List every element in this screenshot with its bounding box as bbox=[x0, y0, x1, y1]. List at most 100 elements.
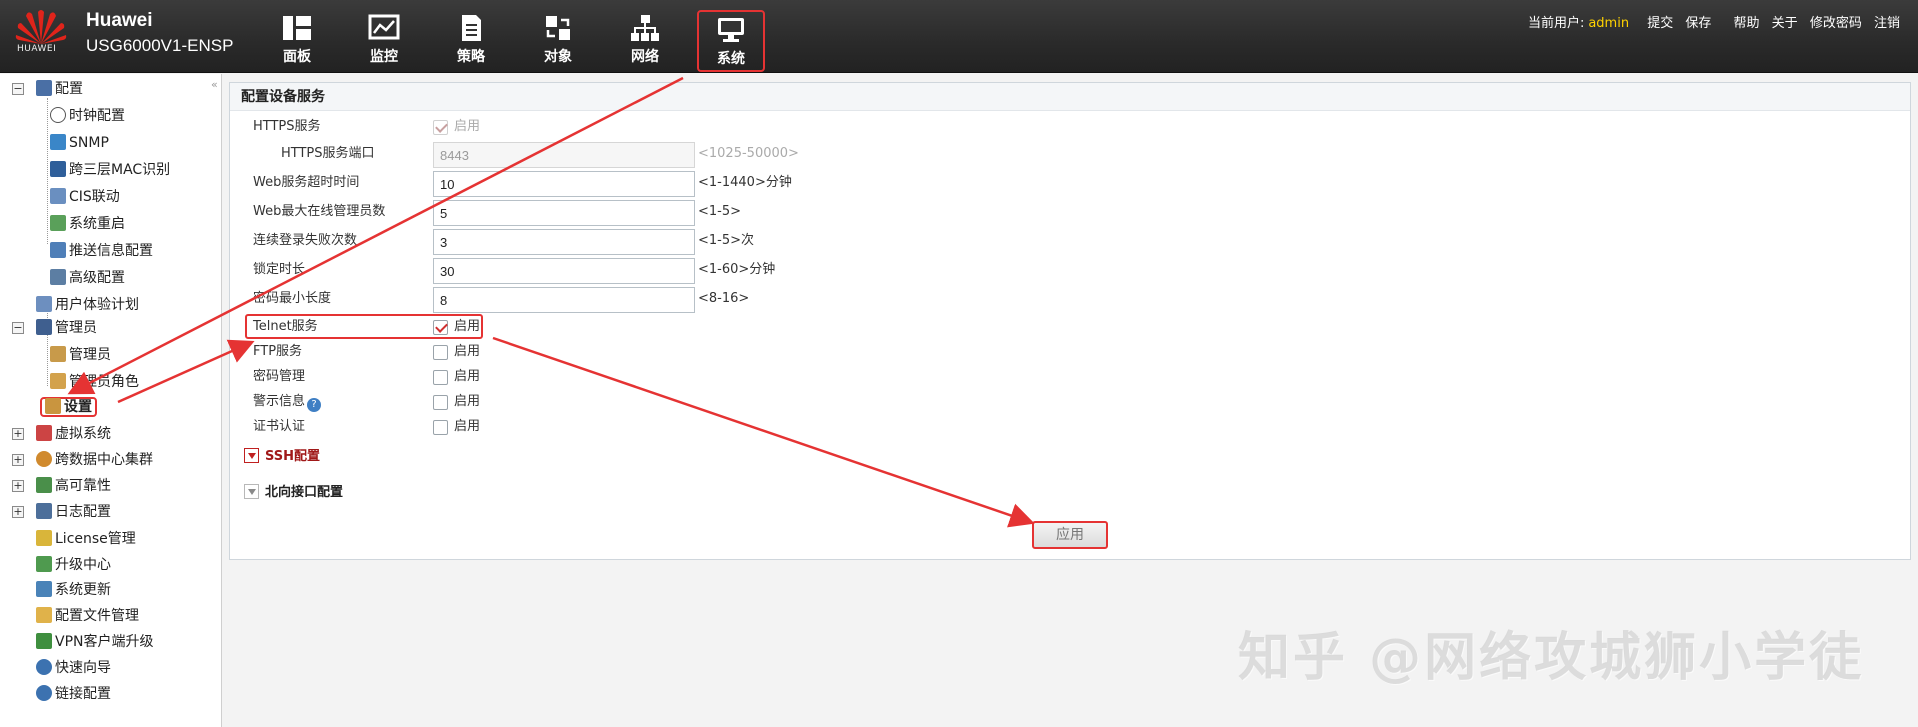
push-icon bbox=[50, 242, 66, 258]
nav-object[interactable]: 对象 bbox=[523, 10, 593, 70]
tree-vpn[interactable]: VPN客户端升级 bbox=[36, 631, 154, 653]
monitor-icon bbox=[368, 14, 400, 40]
tree-upgrade[interactable]: 升级中心 bbox=[36, 554, 111, 576]
dashboard-icon bbox=[283, 16, 311, 40]
license-icon bbox=[36, 530, 52, 546]
north-interface-section-toggle[interactable]: 北向接口配置 bbox=[244, 483, 343, 503]
tree-config-file[interactable]: 配置文件管理 bbox=[36, 605, 139, 627]
tree-wizard[interactable]: 快速向导 bbox=[36, 657, 111, 679]
field-label: Web最大在线管理员数 bbox=[253, 204, 386, 219]
login-fail-input[interactable] bbox=[433, 229, 695, 255]
warning-checkbox[interactable] bbox=[433, 395, 448, 410]
tree-snmp[interactable]: SNMP bbox=[50, 132, 109, 154]
telnet-enable-checkbox[interactable] bbox=[433, 320, 448, 335]
password-mgmt-checkbox[interactable] bbox=[433, 370, 448, 385]
nav-label: 系统 bbox=[717, 51, 745, 67]
settings-icon bbox=[45, 398, 61, 414]
https-port-input[interactable] bbox=[433, 142, 695, 168]
nav-monitor[interactable]: 监控 bbox=[349, 10, 419, 70]
tree-experience[interactable]: 用户体验计划 bbox=[36, 294, 139, 316]
tree-label: 时钟配置 bbox=[69, 108, 125, 124]
web-timeout-input[interactable] bbox=[433, 171, 695, 197]
tree-guide-line bbox=[47, 98, 48, 244]
field-label: HTTPS服务 bbox=[253, 119, 321, 134]
tree-label: 高级配置 bbox=[69, 270, 125, 286]
ftp-enable-checkbox[interactable] bbox=[433, 345, 448, 360]
field-label: 连续登录失败次数 bbox=[253, 233, 358, 248]
save-link[interactable]: 保存 bbox=[1685, 16, 1711, 31]
tree-cis[interactable]: CIS联动 bbox=[50, 186, 120, 208]
tree-label: 跨数据中心集群 bbox=[55, 452, 153, 468]
nav-network[interactable]: 网络 bbox=[610, 10, 680, 70]
tree-mac[interactable]: 跨三层MAC识别 bbox=[50, 159, 170, 181]
expand-icon[interactable]: + bbox=[12, 480, 24, 492]
tree-advanced[interactable]: 高级配置 bbox=[50, 267, 125, 289]
checkbox-label: 启用 bbox=[454, 369, 481, 384]
tree-label: 推送信息配置 bbox=[69, 243, 153, 259]
nav-label: 监控 bbox=[370, 49, 398, 65]
expand-icon[interactable]: + bbox=[12, 428, 24, 440]
collapse-icon[interactable]: − bbox=[12, 83, 24, 95]
apply-button[interactable]: 应用 bbox=[1032, 521, 1108, 549]
collapse-sidebar-icon[interactable]: « bbox=[211, 78, 218, 91]
password-mgmt-row: 密码管理 启用 bbox=[230, 364, 1130, 390]
warning-label: 警示信息 bbox=[253, 394, 306, 409]
collapse-icon[interactable]: − bbox=[12, 322, 24, 334]
change-password-link[interactable]: 修改密码 bbox=[1810, 16, 1862, 31]
tree-label: 配置 bbox=[55, 81, 83, 97]
password-min-input[interactable] bbox=[433, 287, 695, 313]
tree-settings[interactable]: 设置 bbox=[40, 396, 97, 418]
tree-admin-user[interactable]: 管理员 bbox=[50, 344, 111, 366]
https-enable-checkbox[interactable] bbox=[433, 120, 448, 135]
field-label: 密码管理 bbox=[253, 369, 306, 384]
restart-icon bbox=[50, 215, 66, 231]
update-icon bbox=[36, 581, 52, 597]
upgrade-icon bbox=[36, 556, 52, 572]
top-bar: HUAWEI Huawei USG6000V1-ENSP 面板 监控 策略 对象… bbox=[0, 0, 1918, 73]
selected-highlight[interactable]: 设置 bbox=[40, 397, 97, 417]
nav-label: 对象 bbox=[544, 49, 572, 65]
tree-admin-role[interactable]: 管理员角色 bbox=[50, 371, 139, 393]
help-icon[interactable]: ? bbox=[307, 398, 322, 412]
tree-clock-config[interactable]: 时钟配置 bbox=[50, 105, 125, 127]
expand-icon[interactable]: + bbox=[12, 454, 24, 466]
nav-dashboard[interactable]: 面板 bbox=[262, 10, 332, 70]
tree-restart[interactable]: 系统重启 bbox=[50, 213, 125, 235]
config-file-icon bbox=[36, 607, 52, 623]
checkbox-label: 启用 bbox=[454, 394, 481, 409]
tree-label: 用户体验计划 bbox=[55, 297, 139, 313]
admin-icon bbox=[36, 319, 52, 335]
wizard-icon bbox=[36, 659, 52, 675]
field-hint: <1-5>次 bbox=[698, 233, 755, 248]
user-bar: 当前用户: admin 提交 保存 帮助 关于 修改密码 注销 bbox=[1528, 12, 1900, 31]
submit-link[interactable]: 提交 bbox=[1647, 16, 1673, 31]
cis-icon bbox=[50, 188, 66, 204]
field-label: FTP服务 bbox=[253, 344, 303, 359]
tree-label: 配置文件管理 bbox=[55, 608, 139, 624]
admin-user-icon bbox=[50, 346, 66, 362]
web-max-admins-input[interactable] bbox=[433, 200, 695, 226]
device-model: USG6000V1-ENSP bbox=[86, 36, 234, 55]
tree-label: VPN客户端升级 bbox=[55, 634, 154, 650]
nav-system[interactable]: 系统 bbox=[697, 10, 765, 72]
nav-label: 网络 bbox=[631, 49, 659, 65]
tree-push[interactable]: 推送信息配置 bbox=[50, 240, 153, 262]
cluster-icon bbox=[36, 451, 52, 467]
telnet-row: Telnet服务 启用 bbox=[230, 314, 1130, 340]
field-label: 密码最小长度 bbox=[253, 291, 332, 306]
tree-link[interactable]: 链接配置 bbox=[36, 683, 111, 705]
web-max-admins-row: Web最大在线管理员数 <1-5> bbox=[230, 199, 1130, 226]
logout-link[interactable]: 注销 bbox=[1874, 16, 1900, 31]
field-hint: <1-5> bbox=[698, 204, 742, 219]
ssh-section-toggle[interactable]: SSH配置 bbox=[244, 447, 320, 467]
tree-license[interactable]: License管理 bbox=[36, 528, 136, 550]
field-label: 证书认证 bbox=[253, 419, 306, 434]
expand-icon[interactable]: + bbox=[12, 506, 24, 518]
tree-label: 高可靠性 bbox=[55, 478, 111, 494]
cert-auth-checkbox[interactable] bbox=[433, 420, 448, 435]
about-link[interactable]: 关于 bbox=[1772, 16, 1798, 31]
nav-policy[interactable]: 策略 bbox=[436, 10, 506, 70]
tree-update[interactable]: 系统更新 bbox=[36, 579, 111, 601]
lock-time-input[interactable] bbox=[433, 258, 695, 284]
help-link[interactable]: 帮助 bbox=[1734, 16, 1760, 31]
